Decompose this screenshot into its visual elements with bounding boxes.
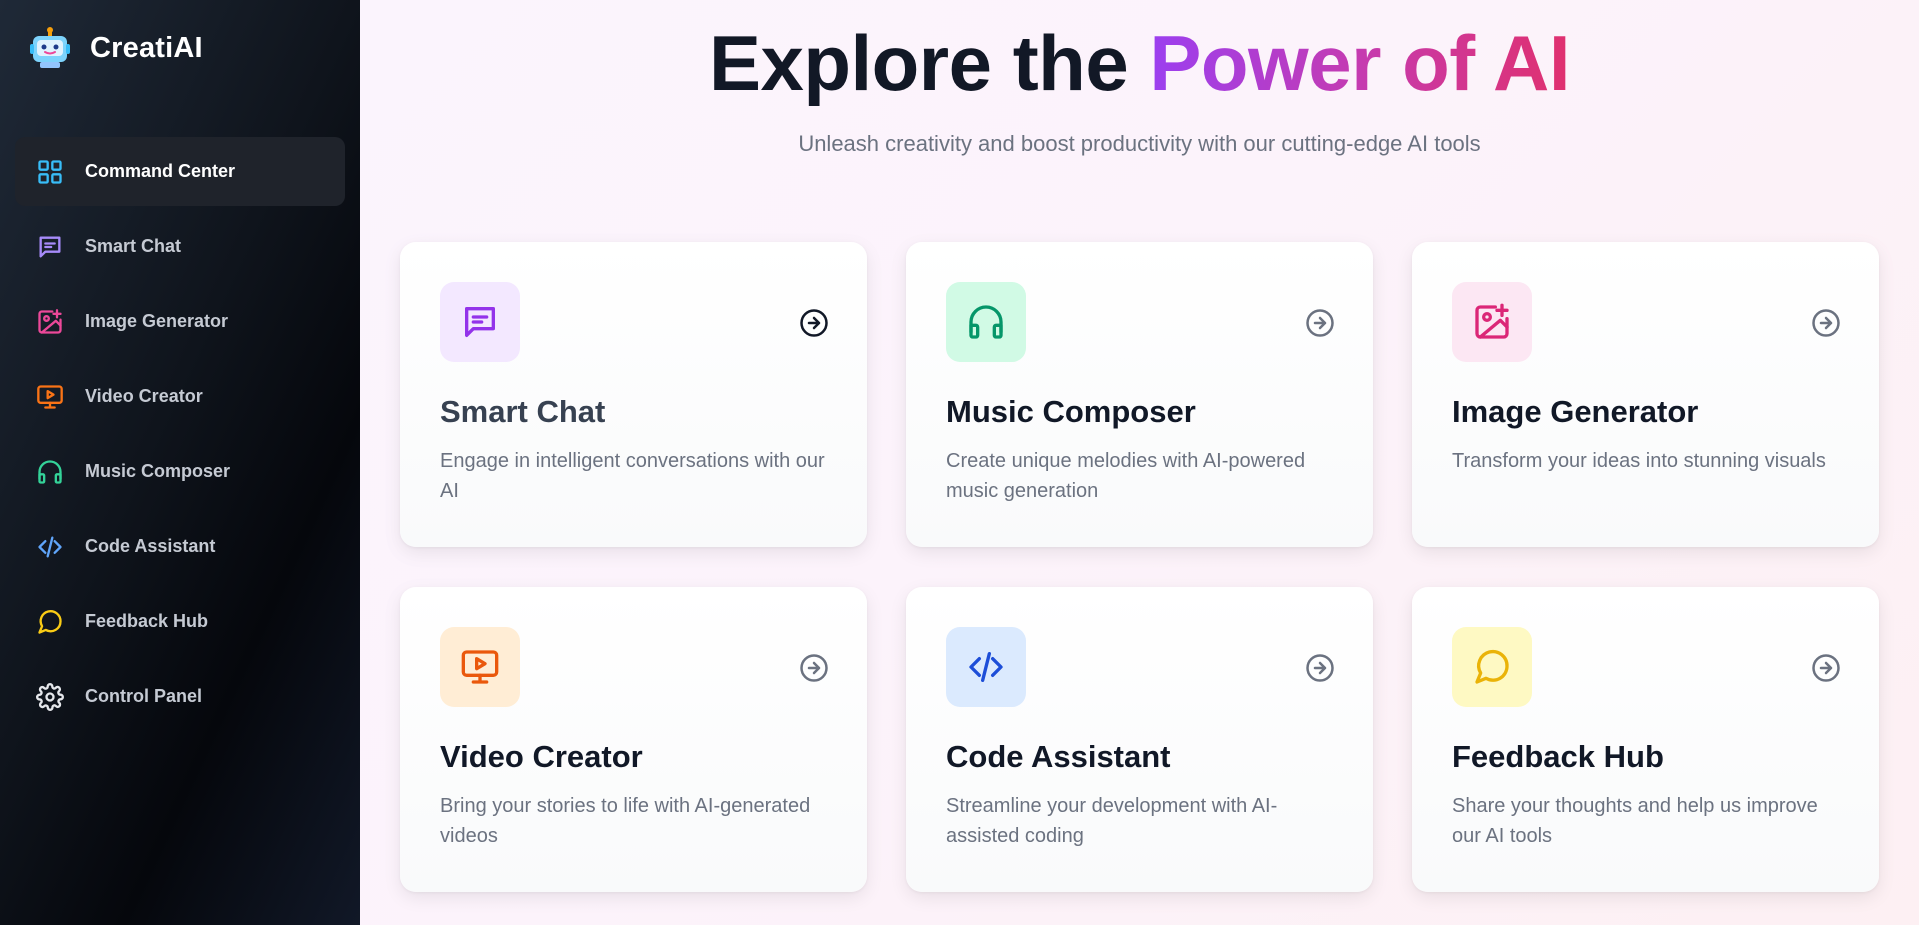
card-music-composer[interactable]: Music Composer Create unique melodies wi…: [906, 242, 1373, 547]
code-icon: [946, 627, 1026, 707]
page-title-accent: Power of AI: [1149, 19, 1571, 107]
card-description: Streamline your development with AI-assi…: [946, 795, 1278, 847]
card-description: Transform your ideas into stunning visua…: [1452, 450, 1826, 472]
chat-icon: [440, 282, 520, 362]
card-title: Feedback Hub: [1452, 739, 1664, 774]
tools-grid: Smart Chat Engage in intelligent convers…: [400, 242, 1879, 892]
sidebar-item-command-center[interactable]: Command Center: [15, 137, 345, 206]
card-title: Smart Chat: [440, 394, 606, 429]
sidebar-item-music-composer[interactable]: Music Composer: [15, 437, 345, 506]
sidebar-item-feedback-hub[interactable]: Feedback Hub: [15, 587, 345, 656]
card-description: Create unique melodies with AI-powered m…: [946, 450, 1306, 502]
page-subtitle: Unleash creativity and boost productivit…: [798, 131, 1481, 156]
card-description: Share your thoughts and help us improve …: [1452, 795, 1818, 847]
arrow-circle-right-icon[interactable]: [1305, 653, 1335, 683]
sidebar-item-label: Command Center: [85, 161, 236, 181]
sidebar-item-control-panel[interactable]: Control Panel: [15, 662, 345, 731]
code-icon: [35, 532, 65, 562]
sidebar-nav: Command Center Smart Chat Image Generato…: [15, 137, 345, 737]
sidebar-item-label: Control Panel: [85, 686, 203, 706]
brand-name: CreatiAI: [90, 31, 203, 64]
sidebar-item-label: Smart Chat: [85, 236, 182, 256]
arrow-circle-right-icon[interactable]: [1811, 308, 1841, 338]
sidebar-item-code-assistant[interactable]: Code Assistant: [15, 512, 345, 581]
card-video-creator[interactable]: Video Creator Bring your stories to life…: [400, 587, 867, 892]
card-description: Bring your stories to life with AI-gener…: [440, 795, 811, 847]
headphones-icon: [35, 457, 65, 487]
card-title: Image Generator: [1452, 394, 1699, 429]
card-title: Music Composer: [946, 394, 1196, 429]
sidebar-item-label: Music Composer: [85, 461, 231, 481]
sidebar-item-label: Feedback Hub: [85, 611, 209, 631]
card-title: Code Assistant: [946, 739, 1171, 774]
message-circle-icon: [35, 607, 65, 637]
card-title: Video Creator: [440, 739, 643, 774]
grid-icon: [35, 157, 65, 187]
main-content: Explore the Power of AI Unleash creativi…: [360, 0, 1919, 925]
monitor-play-icon: [440, 627, 520, 707]
sidebar-item-smart-chat[interactable]: Smart Chat: [15, 212, 345, 281]
sidebar: CreatiAI Command Center Smart Chat Image…: [0, 0, 360, 925]
robot-logo-icon: [30, 27, 70, 68]
sidebar-item-image-generator[interactable]: Image Generator: [15, 287, 345, 356]
sidebar-item-label: Video Creator: [85, 386, 203, 406]
image-plus-icon: [35, 307, 65, 337]
arrow-circle-right-icon[interactable]: [799, 653, 829, 683]
page-title: Explore the Power of AI: [360, 18, 1919, 109]
image-plus-icon: [1452, 282, 1532, 362]
sidebar-item-label: Image Generator: [85, 311, 229, 331]
headphones-icon: [946, 282, 1026, 362]
page-title-main: Explore the: [708, 19, 1150, 107]
chat-icon: [35, 232, 65, 262]
card-feedback-hub[interactable]: Feedback Hub Share your thoughts and hel…: [1412, 587, 1879, 892]
card-description: Engage in intelligent conversations with…: [440, 450, 825, 502]
monitor-play-icon: [35, 382, 65, 412]
sidebar-item-label: Code Assistant: [85, 536, 216, 556]
sidebar-item-video-creator[interactable]: Video Creator: [15, 362, 345, 431]
arrow-circle-right-icon[interactable]: [1811, 653, 1841, 683]
arrow-circle-right-icon[interactable]: [799, 308, 829, 338]
card-smart-chat[interactable]: Smart Chat Engage in intelligent convers…: [400, 242, 867, 547]
card-code-assistant[interactable]: Code Assistant Streamline your developme…: [906, 587, 1373, 892]
brand[interactable]: CreatiAI: [28, 26, 203, 70]
message-circle-icon: [1452, 627, 1532, 707]
arrow-circle-right-icon[interactable]: [1305, 308, 1335, 338]
gear-icon: [35, 682, 65, 712]
card-image-generator[interactable]: Image Generator Transform your ideas int…: [1412, 242, 1879, 547]
